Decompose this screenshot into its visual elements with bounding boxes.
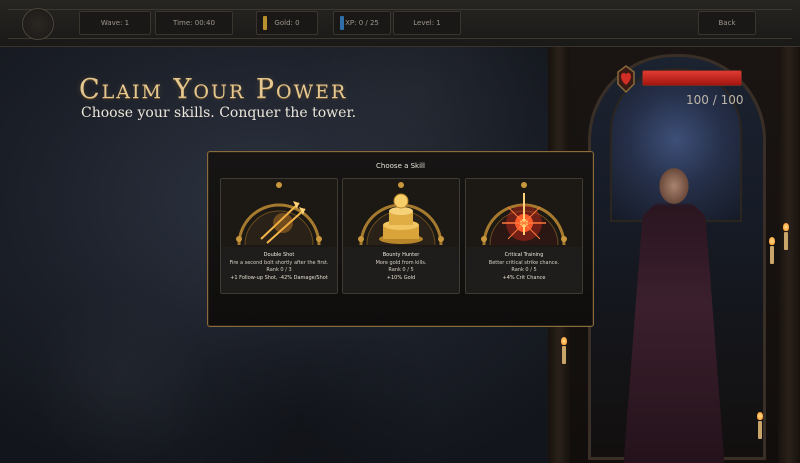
- health-bar-fill: [643, 71, 741, 85]
- double-arrow-icon: [221, 179, 337, 247]
- back-button-label: Back: [718, 19, 736, 27]
- gold-label: Gold: 0: [274, 19, 300, 27]
- skill-name: Double Shot: [263, 252, 295, 258]
- page-title: Claim Your Power: [79, 74, 348, 105]
- skill-description: More gold from kills.: [375, 259, 427, 266]
- skill-card-bounty-hunter[interactable]: Bounty Hunter More gold from kills. Rank…: [342, 178, 460, 294]
- candle: [758, 421, 762, 439]
- time-label: Time: 00:40: [173, 19, 215, 27]
- candle: [784, 232, 788, 250]
- wave-label: Wave: 1: [100, 19, 130, 27]
- candle-flame: [757, 412, 763, 420]
- skill-rank: Rank 0 / 5: [511, 267, 537, 273]
- skill-selection-modal: Choose a Skill Double Shot Fire a second…: [207, 151, 594, 327]
- skill-effect: +4% Crit Chance: [502, 274, 546, 281]
- gold-coins-icon: [343, 179, 459, 247]
- skill-name: Bounty Hunter: [382, 252, 420, 258]
- skill-info: Critical Training Better critical strike…: [466, 247, 582, 293]
- xp-counter: XP: 0 / 25: [333, 11, 391, 35]
- back-button[interactable]: Back: [698, 11, 756, 35]
- level-counter: Level: 1: [393, 11, 461, 35]
- skill-name: Critical Training: [504, 252, 544, 258]
- page-subtitle: Choose your skills. Conquer the tower.: [81, 105, 357, 121]
- critical-burst-icon: [466, 179, 582, 247]
- top-hud-bar: Wave: 1 Time: 00:40 Gold: 0 XP: 0 / 25 L…: [0, 0, 800, 47]
- candle-flame: [783, 223, 789, 231]
- skill-description: Fire a second bolt shortly after the fir…: [229, 259, 329, 266]
- level-label: Level: 1: [413, 19, 441, 27]
- pillar-right: [778, 46, 800, 463]
- gold-icon: [263, 16, 267, 30]
- skill-effect: +1 Follow-up Shot, -42% Damage/Shot: [230, 274, 328, 281]
- gold-counter: Gold: 0: [256, 11, 318, 35]
- time-counter: Time: 00:40: [155, 11, 233, 35]
- skill-card-double-shot[interactable]: Double Shot Fire a second bolt shortly a…: [220, 178, 338, 294]
- skill-info: Bounty Hunter More gold from kills. Rank…: [343, 247, 459, 293]
- skill-rank: Rank 0 / 3: [266, 267, 292, 273]
- heart-icon: [617, 65, 635, 94]
- candle-flame: [561, 337, 567, 345]
- health-bar: [642, 70, 742, 86]
- xp-icon: [340, 16, 344, 30]
- candle-flame: [769, 237, 775, 245]
- wave-counter: Wave: 1: [79, 11, 151, 35]
- skill-effect: +10% Gold: [386, 274, 416, 281]
- emblem-icon: [22, 8, 54, 40]
- skill-rank: Rank 0 / 5: [388, 267, 414, 273]
- candle: [770, 246, 774, 264]
- skill-card-critical-training[interactable]: Critical Training Better critical strike…: [465, 178, 583, 294]
- candle: [562, 346, 566, 364]
- modal-title: Choose a Skill: [376, 162, 425, 170]
- health-text: 100 / 100: [686, 93, 744, 107]
- skill-description: Better critical strike chance.: [488, 259, 560, 266]
- xp-label: XP: 0 / 25: [345, 19, 379, 27]
- skill-info: Double Shot Fire a second bolt shortly a…: [221, 247, 337, 293]
